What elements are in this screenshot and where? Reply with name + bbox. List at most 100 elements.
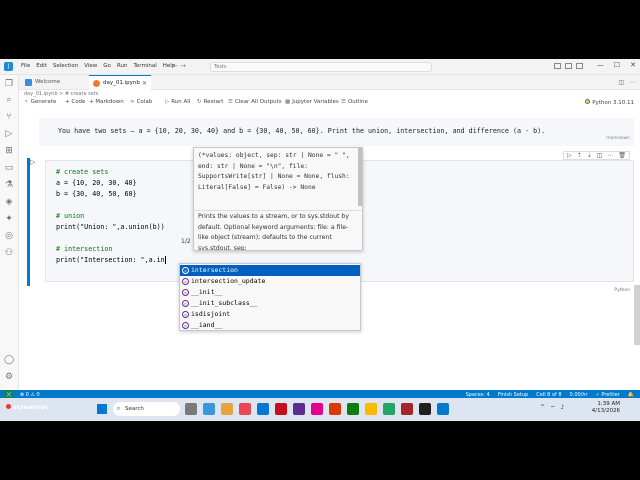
execute-above-icon[interactable]: ⇡ xyxy=(577,152,582,159)
vscode-taskbar-icon[interactable] xyxy=(437,403,449,415)
notebook-toolbar: ✧ Generate + Code + Markdown ∞ Colab ▷ Run … xyxy=(19,98,640,109)
suggest-item[interactable]: ◇ __init_subclass__ xyxy=(180,298,360,309)
account-icon[interactable]: ◯ xyxy=(4,355,14,365)
chrome-icon[interactable] xyxy=(347,403,359,415)
add-markdown-button[interactable]: + Markdown xyxy=(89,99,124,105)
suggest-label: __init_subclass__ xyxy=(191,299,258,307)
menu-bar: File Edit Selection View Go Run Terminal… xyxy=(18,63,178,69)
suggest-item[interactable]: ◇ __iand__ xyxy=(180,320,360,331)
generate-button[interactable]: ✧ Generate xyxy=(24,99,56,105)
split-editor-icon[interactable]: ◫ xyxy=(618,79,624,86)
breadcrumb[interactable]: day_01.ipynb > # create sets xyxy=(24,91,98,97)
menu-file[interactable]: File xyxy=(18,63,33,69)
taskbar-search[interactable]: ⌕ Search xyxy=(113,402,180,416)
execute-below-icon[interactable]: ⇣ xyxy=(587,152,592,159)
docker-icon[interactable]: ◈ xyxy=(4,197,14,207)
nav-arrows-icon[interactable]: ← → xyxy=(172,62,186,70)
app-icon[interactable] xyxy=(329,403,341,415)
tab-notebook[interactable]: day_01.ipynb ✕ xyxy=(89,75,151,90)
cell-language-label[interactable]: markdown xyxy=(606,136,630,141)
signature-text: (*values: object, sep: str | None = " ",… xyxy=(198,152,350,191)
popup-scrollbar[interactable] xyxy=(358,148,362,206)
run-cell-icon[interactable]: ▷ xyxy=(30,158,35,166)
file-explorer-icon[interactable] xyxy=(221,403,233,415)
editor-scrollbar[interactable] xyxy=(634,285,640,345)
menu-terminal[interactable]: Terminal xyxy=(130,63,159,69)
close-tab-icon[interactable]: ✕ xyxy=(142,76,147,91)
title-bar: ⟩ File Edit Selection View Go Run Termin… xyxy=(0,59,640,75)
close-window-icon[interactable]: ✕ xyxy=(630,61,636,69)
python-icon[interactable]: ✦ xyxy=(4,214,14,224)
app-icon[interactable] xyxy=(275,403,287,415)
source-control-icon[interactable]: ⑂ xyxy=(4,112,14,122)
brand-label: screenrec xyxy=(13,403,49,411)
clock[interactable]: 1:39 AM 4/13/2026 xyxy=(592,401,620,415)
app-icon[interactable] xyxy=(293,403,305,415)
app-icon[interactable] xyxy=(239,403,251,415)
app-icon[interactable] xyxy=(311,403,323,415)
jupyter-icon[interactable]: ◎ xyxy=(4,231,14,241)
method-icon: ◇ xyxy=(182,278,189,285)
cell-language-label[interactable]: Python xyxy=(614,288,630,293)
split-cell-icon[interactable]: ◫ xyxy=(597,152,603,159)
edge-icon[interactable] xyxy=(203,403,215,415)
menu-go[interactable]: Go xyxy=(100,63,114,69)
cell-more-icon[interactable]: ⋯ xyxy=(607,152,613,159)
clear-outputs-label: Clear All Outputs xyxy=(234,99,282,105)
maximize-icon[interactable]: ☐ xyxy=(614,61,620,69)
run-by-line-icon[interactable]: ▷ xyxy=(567,152,572,159)
system-tray: ^ ⌔ ♪ xyxy=(540,404,565,412)
app-icon[interactable] xyxy=(257,403,269,415)
kernel-picker[interactable]: Python 3.10.11 xyxy=(585,99,634,106)
layout-controls xyxy=(554,63,583,69)
menu-view[interactable]: View xyxy=(81,63,100,69)
outline-button[interactable]: ☰ Outline xyxy=(341,99,368,105)
terminal-icon[interactable] xyxy=(419,403,431,415)
more-actions-icon[interactable]: ⋯ xyxy=(630,79,636,86)
suggest-item[interactable]: ◇ isdisjoint xyxy=(180,309,360,320)
extensions-icon[interactable]: ⊞ xyxy=(4,146,14,156)
menu-selection[interactable]: Selection xyxy=(50,63,81,69)
editor-tabs: Welcome day_01.ipynb ✕ ◫ ⋯ xyxy=(19,75,640,90)
overload-counter[interactable]: 1/2 xyxy=(181,238,191,245)
testing-icon[interactable]: ⚗ xyxy=(4,180,14,190)
app-icon[interactable] xyxy=(383,403,395,415)
sparkle-icon: ✧ xyxy=(24,99,29,105)
colab-button[interactable]: ∞ Colab xyxy=(130,99,152,105)
explorer-icon[interactable]: ❐ xyxy=(4,79,14,89)
command-center-search[interactable]: Tests xyxy=(210,62,432,72)
suggest-item[interactable]: ◇ intersection_update xyxy=(180,276,360,287)
manage-gear-icon[interactable]: ⚙ xyxy=(4,372,14,382)
customize-layout-icon[interactable] xyxy=(576,63,583,69)
search-icon[interactable]: ⌕ xyxy=(4,95,14,105)
app-icon[interactable] xyxy=(401,403,413,415)
active-line-text: print("Intersection: ",a.in xyxy=(56,256,165,264)
restart-icon: ↻ xyxy=(197,99,202,105)
clear-outputs-button[interactable]: ☰ Clear All Outputs xyxy=(228,99,282,105)
chevron-up-icon[interactable]: ^ xyxy=(540,404,545,412)
task-view-icon[interactable] xyxy=(185,403,197,415)
volume-icon[interactable]: ♪ xyxy=(561,404,565,412)
add-code-button[interactable]: + Code xyxy=(65,99,85,105)
markdown-text: You have two sets — a = {10, 20, 30, 40}… xyxy=(58,127,546,135)
tab-welcome[interactable]: Welcome xyxy=(21,75,79,90)
delete-cell-icon[interactable]: 🗑 xyxy=(618,152,626,159)
copilot-icon[interactable]: ⚇ xyxy=(4,248,14,258)
start-windows-icon[interactable] xyxy=(97,404,107,414)
toggle-panel-icon[interactable] xyxy=(565,63,572,69)
app-icon[interactable] xyxy=(365,403,377,415)
run-debug-icon[interactable]: ▷ xyxy=(4,129,14,139)
remote-explorer-icon[interactable]: ▭ xyxy=(4,163,14,173)
wifi-icon[interactable]: ⌔ xyxy=(550,404,556,412)
suggest-item-selected[interactable]: ◇ intersection xyxy=(180,265,360,276)
toggle-sidebar-icon[interactable] xyxy=(554,63,561,69)
outline-icon: ☰ xyxy=(341,99,346,105)
suggest-item[interactable]: ◇ __init__ xyxy=(180,287,360,298)
run-all-button[interactable]: ▷ Run All xyxy=(165,99,190,105)
markdown-cell[interactable]: You have two sets — a = {10, 20, 30, 40}… xyxy=(39,118,634,146)
menu-edit[interactable]: Edit xyxy=(33,63,50,69)
jupyter-variables-button[interactable]: ▦ Jupyter Variables xyxy=(285,99,339,105)
restart-button[interactable]: ↻ Restart xyxy=(197,99,223,105)
menu-run[interactable]: Run xyxy=(114,63,131,69)
minimize-icon[interactable]: — xyxy=(597,61,604,69)
